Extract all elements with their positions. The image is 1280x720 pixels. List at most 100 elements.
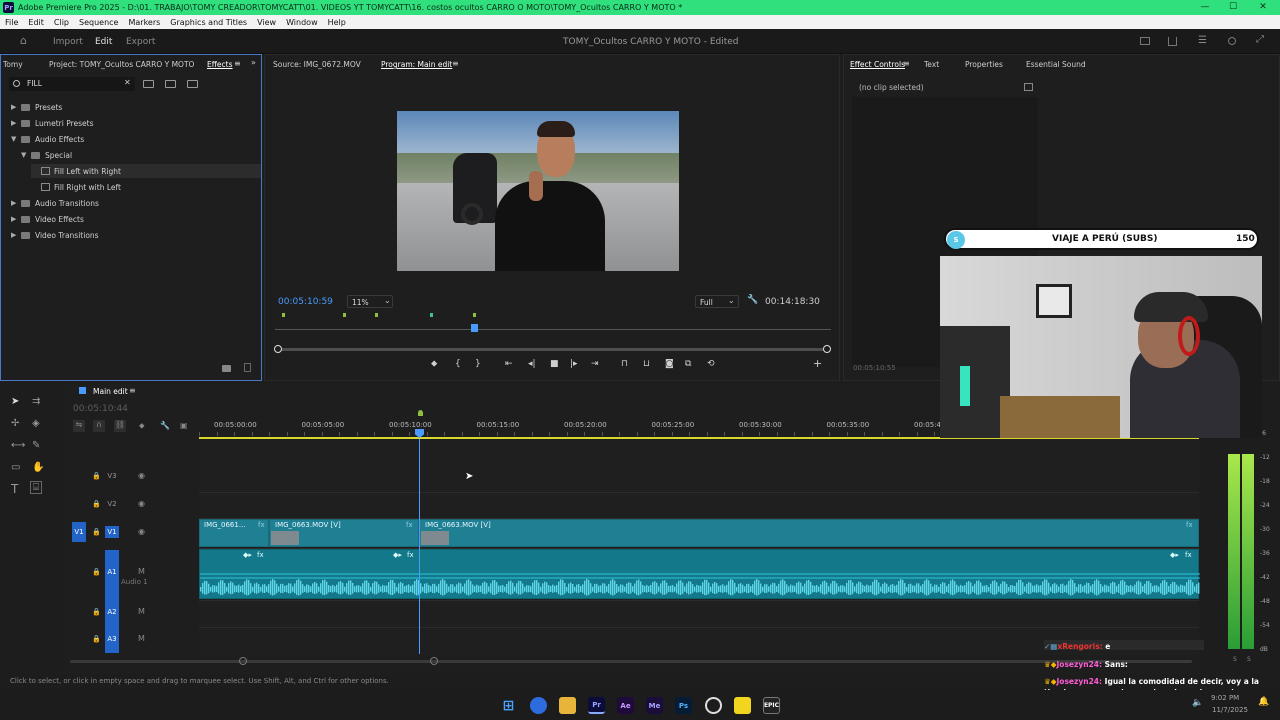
- marker[interactable]: [430, 313, 433, 317]
- tab-text[interactable]: Text: [924, 60, 939, 69]
- caret-icon[interactable]: ▼: [11, 135, 21, 143]
- tab-tomy[interactable]: Tomy: [3, 60, 23, 69]
- mark-out-icon[interactable]: }: [475, 359, 481, 369]
- button-editor-icon[interactable]: +: [813, 357, 822, 370]
- new-bin-icon[interactable]: [222, 365, 231, 372]
- marker[interactable]: [343, 313, 346, 317]
- menu-window[interactable]: Window: [281, 18, 323, 27]
- add-marker-icon[interactable]: ⬥: [431, 359, 437, 369]
- pen-tool-icon[interactable]: ✎: [32, 440, 40, 451]
- effects-search-box[interactable]: FILL ✕: [9, 77, 135, 91]
- tab-import[interactable]: Import: [53, 37, 83, 47]
- lock-icon[interactable]: 🔒: [92, 568, 101, 576]
- marker[interactable]: [282, 313, 285, 317]
- tree-item[interactable]: ▶ Audio Transitions: [11, 196, 99, 210]
- timeline-view-icon[interactable]: [1024, 83, 1033, 91]
- tree-item[interactable]: ▼ Special: [21, 148, 72, 162]
- source-patch-v1[interactable]: V1: [72, 522, 86, 542]
- go-to-out-icon[interactable]: ⇥: [591, 359, 599, 369]
- mute-icon[interactable]: M: [138, 607, 145, 616]
- lift-icon[interactable]: ⊓: [621, 359, 628, 369]
- tree-item[interactable]: ▼ Audio Effects: [11, 132, 84, 146]
- search-icon[interactable]: [1228, 37, 1236, 45]
- menu-help[interactable]: Help: [323, 18, 351, 27]
- track-label[interactable]: A1: [105, 566, 119, 578]
- visibility-icon[interactable]: ◉: [138, 471, 145, 480]
- wrench-icon[interactable]: 🔧: [160, 421, 170, 430]
- zoom-scrollbar[interactable]: [277, 348, 827, 351]
- file-explorer-icon[interactable]: [559, 697, 576, 714]
- wrench-icon[interactable]: 🔧: [747, 295, 758, 305]
- track-select-icon[interactable]: ⇉: [32, 396, 40, 407]
- windows-start-icon[interactable]: ⊞: [500, 697, 517, 714]
- video-clip[interactable]: IMG_0661... fx: [199, 519, 269, 547]
- visibility-icon[interactable]: ◉: [138, 499, 145, 508]
- selection-tool-icon[interactable]: ➤: [11, 396, 19, 407]
- program-timecode[interactable]: 00:05:10:59: [278, 297, 333, 307]
- tab-effects[interactable]: Effects: [207, 60, 233, 69]
- step-back-icon[interactable]: ◂|: [528, 359, 536, 369]
- type-tool-icon[interactable]: T: [11, 482, 18, 496]
- tab-properties[interactable]: Properties: [965, 60, 1003, 69]
- menu-graphics[interactable]: Graphics and Titles: [165, 18, 252, 27]
- chrome-icon[interactable]: [530, 697, 547, 714]
- volume-icon[interactable]: 🔈: [1192, 698, 1203, 708]
- menu-edit[interactable]: Edit: [23, 18, 49, 27]
- tree-item[interactable]: ▶ Lumetri Presets: [11, 116, 94, 130]
- tree-item[interactable]: Fill Left with Right: [31, 164, 261, 178]
- tab-effect-controls[interactable]: Effect Controls: [850, 60, 905, 69]
- marker[interactable]: [375, 313, 378, 317]
- caret-icon[interactable]: ▶: [11, 231, 21, 239]
- lock-icon[interactable]: 🔒: [92, 528, 101, 536]
- tab-essential-sound[interactable]: Essential Sound: [1026, 60, 1086, 69]
- clear-search-icon[interactable]: ✕: [124, 78, 131, 87]
- solo-right[interactable]: S: [1247, 656, 1251, 663]
- tree-item[interactable]: ▶ Video Effects: [11, 212, 84, 226]
- caret-icon[interactable]: ▶: [11, 199, 21, 207]
- share-icon[interactable]: [1168, 37, 1177, 46]
- sequence-marker[interactable]: [418, 410, 423, 416]
- insert-sequence-icon[interactable]: ⇋: [73, 420, 85, 432]
- scroll-handle-right[interactable]: [430, 657, 438, 665]
- track-label[interactable]: V3: [105, 470, 119, 482]
- workspace-icon[interactable]: [1140, 37, 1150, 45]
- mark-in-icon[interactable]: {: [455, 359, 461, 369]
- playhead-line[interactable]: [419, 439, 420, 654]
- fullscreen-icon[interactable]: ⤢: [1256, 34, 1264, 45]
- panel-menu-icon[interactable]: ≡: [903, 59, 910, 68]
- mini-ruler[interactable]: [275, 329, 831, 330]
- timeline-timecode[interactable]: 00:05:10:44: [73, 404, 128, 414]
- tab-source[interactable]: Source: IMG_0672.MOV: [273, 60, 361, 69]
- snap-icon[interactable]: ∩: [93, 420, 105, 432]
- track-label[interactable]: A2: [105, 606, 119, 618]
- caret-icon[interactable]: ▼: [21, 151, 31, 159]
- menu-view[interactable]: View: [252, 18, 281, 27]
- sticky-notes-icon[interactable]: [734, 697, 751, 714]
- effects-search-input[interactable]: FILL: [27, 79, 42, 88]
- menu-icon[interactable]: ☰: [1198, 35, 1207, 46]
- epic-games-icon[interactable]: EPIC: [763, 697, 780, 714]
- extract-icon[interactable]: ⊔: [643, 359, 650, 369]
- tree-item[interactable]: Fill Right with Left: [31, 180, 121, 194]
- stop-icon[interactable]: ■: [550, 359, 559, 369]
- track-label[interactable]: V2: [105, 498, 119, 510]
- scroll-handle-left[interactable]: [274, 345, 282, 353]
- menu-markers[interactable]: Markers: [123, 18, 165, 27]
- delete-icon[interactable]: [244, 363, 251, 372]
- compare-icon[interactable]: ⧉: [685, 359, 691, 369]
- razor-icon[interactable]: ◈: [32, 418, 40, 429]
- camera-icon[interactable]: ◙: [665, 359, 674, 369]
- menu-sequence[interactable]: Sequence: [74, 18, 123, 27]
- yuv-effects-icon[interactable]: [187, 80, 198, 88]
- loop-icon[interactable]: ⟲: [707, 359, 715, 369]
- visibility-icon[interactable]: ◉: [138, 527, 145, 536]
- lock-icon[interactable]: 🔒: [92, 608, 101, 616]
- tab-edit[interactable]: Edit: [95, 37, 112, 47]
- audio-clip[interactable]: ◆▸ fx ◆▸ fx ◆▸ fx: [199, 549, 1200, 599]
- tab-program[interactable]: Program: Main edit: [381, 60, 452, 69]
- scroll-handle-left[interactable]: [239, 657, 247, 665]
- tab-project[interactable]: Project: TOMY_Ocultos CARRO Y MOTO: [49, 60, 194, 69]
- go-to-in-icon[interactable]: ⇤: [505, 359, 513, 369]
- ripple-edit-icon[interactable]: ✢: [11, 418, 19, 429]
- expand-panels-icon[interactable]: »: [251, 58, 256, 67]
